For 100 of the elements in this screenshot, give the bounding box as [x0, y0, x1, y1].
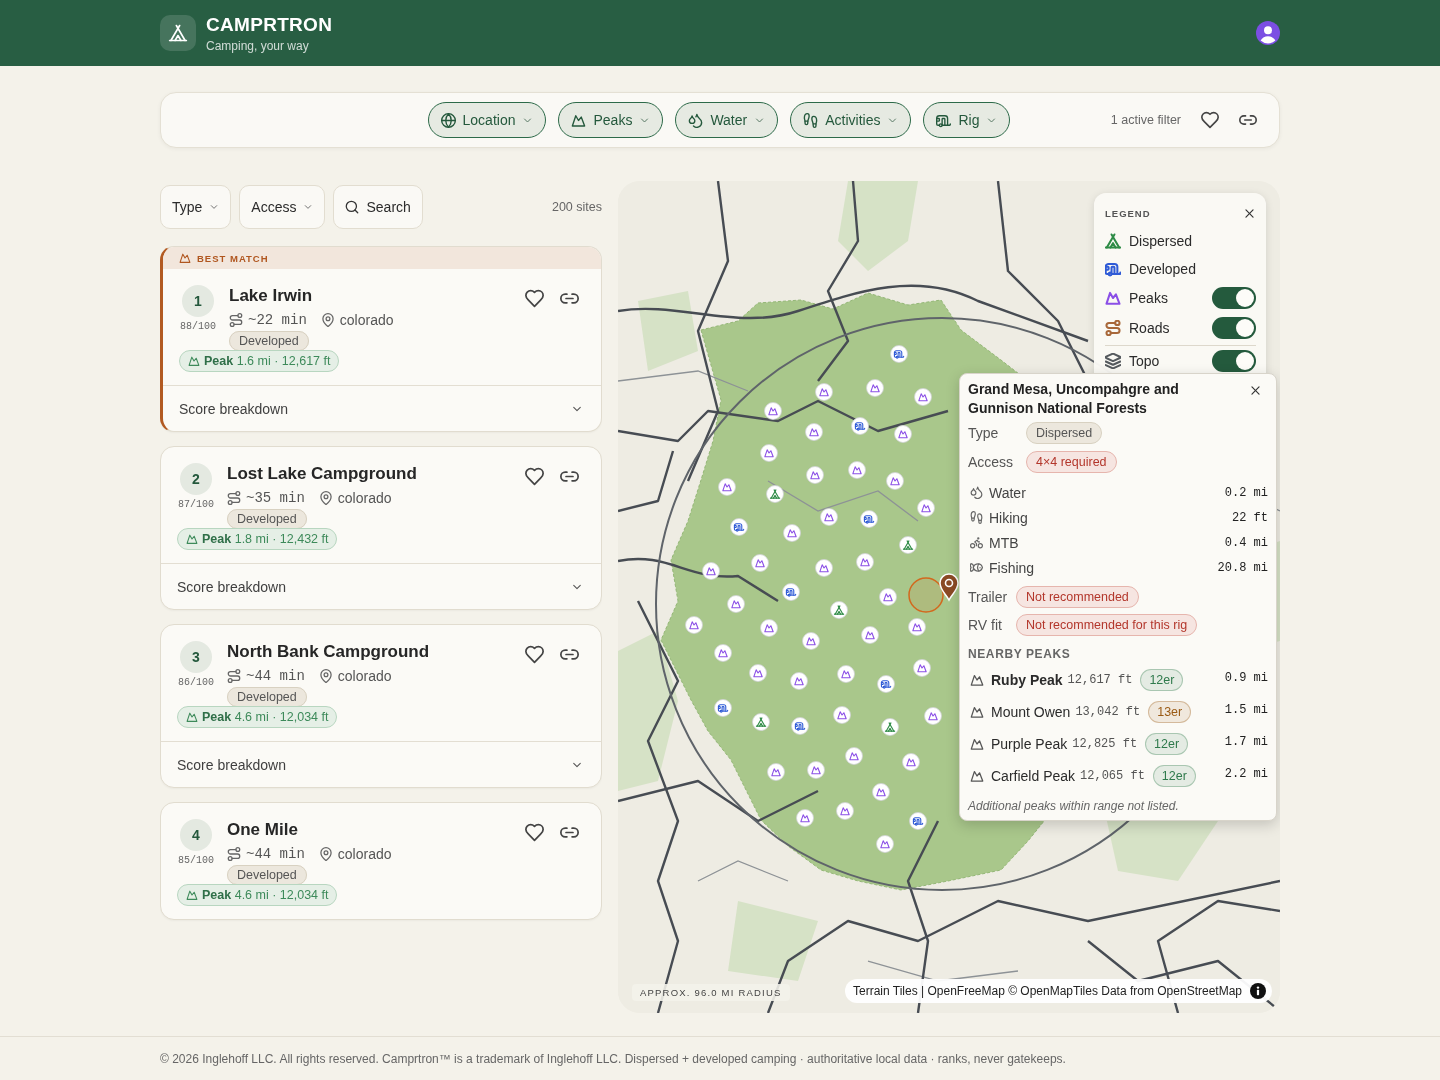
caravan-marker-icon[interactable]: [791, 717, 809, 735]
rig-label: Trailer: [968, 589, 1009, 605]
heart-icon[interactable]: [525, 823, 544, 842]
site-card[interactable]: BEST MATCH 1 88/100 Lake Irwin ~22 min colorado Developed Peak 1.6 mi · 12,617 ft Score breakdown: [160, 246, 602, 432]
peak-marker-icon[interactable]: [876, 835, 894, 853]
caravan-marker-icon[interactable]: [890, 345, 908, 363]
peak-marker-icon[interactable]: [806, 466, 824, 484]
toggle-switch[interactable]: [1212, 287, 1256, 309]
heart-icon[interactable]: [1201, 111, 1219, 129]
heart-icon[interactable]: [525, 645, 544, 664]
route-icon: [229, 313, 243, 327]
peak-marker-icon[interactable]: [894, 425, 912, 443]
toggle-switch[interactable]: [1212, 350, 1256, 372]
peak-marker-icon[interactable]: [751, 554, 769, 572]
peak-marker-icon[interactable]: [802, 632, 820, 650]
peak-name: Mount Owen: [991, 704, 1071, 720]
peak-marker-icon[interactable]: [718, 478, 736, 496]
filter-dropdown[interactable]: Rig: [923, 102, 1011, 138]
peak-marker-icon[interactable]: [767, 763, 785, 781]
peak-marker-icon[interactable]: [913, 659, 931, 677]
peak-marker-icon[interactable]: [815, 383, 833, 401]
peak-marker-icon[interactable]: [685, 616, 703, 634]
peak-marker-icon[interactable]: [790, 672, 808, 690]
filter-dropdown[interactable]: Type: [160, 185, 232, 229]
heart-icon[interactable]: [525, 289, 544, 308]
peak-marker-icon[interactable]: [902, 753, 920, 771]
site-card[interactable]: 2 87/100 Lost Lake Campground ~35 min colorado Developed Peak 1.8 mi · 12,432 ft Score breakdown: [160, 446, 602, 610]
peak-marker-icon[interactable]: [820, 508, 838, 526]
filter-dropdown[interactable]: Water: [675, 102, 779, 138]
peak-marker-icon[interactable]: [848, 461, 866, 479]
peak-marker-icon[interactable]: [815, 559, 833, 577]
peak-marker-icon[interactable]: [702, 562, 720, 580]
peak-marker-icon[interactable]: [845, 747, 863, 765]
site-name: Lake Irwin: [229, 286, 313, 305]
rank-badge: 2: [180, 463, 212, 495]
caravan-marker-icon[interactable]: [714, 699, 732, 717]
peak-marker-icon[interactable]: [886, 472, 904, 490]
site-type-tag: Developed: [229, 331, 309, 351]
peak-marker-icon[interactable]: [866, 379, 884, 397]
peak-marker-icon[interactable]: [714, 644, 732, 662]
peak-marker-icon[interactable]: [917, 499, 935, 517]
filter-dropdown[interactable]: Activities: [790, 102, 912, 138]
peak-marker-icon[interactable]: [764, 402, 782, 420]
amenity-label: Hiking: [989, 509, 1028, 526]
close-icon[interactable]: [1249, 384, 1262, 397]
peak-marker-icon[interactable]: [836, 802, 854, 820]
peak-marker-icon[interactable]: [872, 783, 890, 801]
search-button[interactable]: Search: [333, 185, 423, 229]
caravan-marker-icon[interactable]: [851, 417, 869, 435]
peak-marker-icon[interactable]: [807, 761, 825, 779]
legend-title: LEGEND: [1105, 207, 1151, 219]
caravan-marker-icon[interactable]: [860, 510, 878, 528]
site-card[interactable]: 4 85/100 One Mile ~44 min colorado Developed Peak 4.6 mi · 12,034 ft: [160, 802, 602, 920]
site-type-tag: Developed: [227, 865, 307, 885]
peak-marker-icon[interactable]: [760, 444, 778, 462]
heart-icon[interactable]: [525, 467, 544, 486]
drive-time: ~22 min: [248, 311, 307, 330]
peak-marker-icon[interactable]: [727, 595, 745, 613]
peak-marker-icon[interactable]: [837, 665, 855, 683]
peak-marker-icon[interactable]: [914, 388, 932, 406]
peak-elevation: 12,065 ft: [1080, 769, 1145, 783]
peak-marker-icon[interactable]: [833, 706, 851, 724]
mountain-icon: [179, 252, 191, 264]
peak-marker-icon[interactable]: [796, 809, 814, 827]
close-icon[interactable]: [1243, 206, 1256, 220]
peak-marker-icon[interactable]: [908, 618, 926, 636]
filter-dropdown[interactable]: Peaks: [558, 102, 664, 138]
toggle-switch[interactable]: [1212, 317, 1256, 339]
filter-dropdown[interactable]: Access: [239, 185, 326, 229]
score-breakdown-toggle[interactable]: Score breakdown: [161, 563, 601, 609]
legend-label: Peaks: [1129, 290, 1168, 306]
peak-marker-icon[interactable]: [783, 524, 801, 542]
tent-marker-icon[interactable]: [766, 485, 784, 503]
tent-marker-icon[interactable]: [881, 718, 899, 736]
peak-marker-icon[interactable]: [861, 626, 879, 644]
peak-marker-icon[interactable]: [805, 423, 823, 441]
filter-dropdown[interactable]: Location: [427, 102, 547, 138]
peak-marker-icon[interactable]: [749, 664, 767, 682]
nearest-peak-text: Peak 4.6 mi · 12,034 ft: [202, 887, 329, 903]
caravan-marker-icon[interactable]: [730, 518, 748, 536]
user-avatar-icon[interactable]: [1256, 21, 1280, 45]
peak-marker-icon[interactable]: [924, 707, 942, 725]
tent-marker-icon[interactable]: [830, 601, 848, 619]
tent-marker-icon[interactable]: [899, 536, 917, 554]
nearest-peak-text: Peak 4.6 mi · 12,034 ft: [202, 709, 329, 725]
peak-marker-icon[interactable]: [879, 588, 897, 606]
tent-marker-icon[interactable]: [752, 713, 770, 731]
caravan-marker-icon[interactable]: [909, 812, 927, 830]
peak-marker-icon[interactable]: [760, 619, 778, 637]
caravan-marker-icon[interactable]: [782, 583, 800, 601]
site-card[interactable]: 3 86/100 North Bank Campground ~44 min colorado Developed Peak 4.6 mi · 12,034 ft Score breakdown: [160, 624, 602, 788]
info-icon[interactable]: [1250, 983, 1266, 999]
caravan-marker-icon[interactable]: [877, 675, 895, 693]
tent-logo-icon[interactable]: [160, 15, 196, 51]
score-breakdown-toggle[interactable]: Score breakdown: [161, 741, 601, 787]
score-breakdown-toggle[interactable]: Score breakdown: [163, 385, 601, 431]
peak-marker-icon[interactable]: [856, 553, 874, 571]
selected-site-pin-icon[interactable]: [939, 573, 959, 601]
globe-icon: [440, 112, 456, 128]
route-icon: [227, 491, 241, 505]
